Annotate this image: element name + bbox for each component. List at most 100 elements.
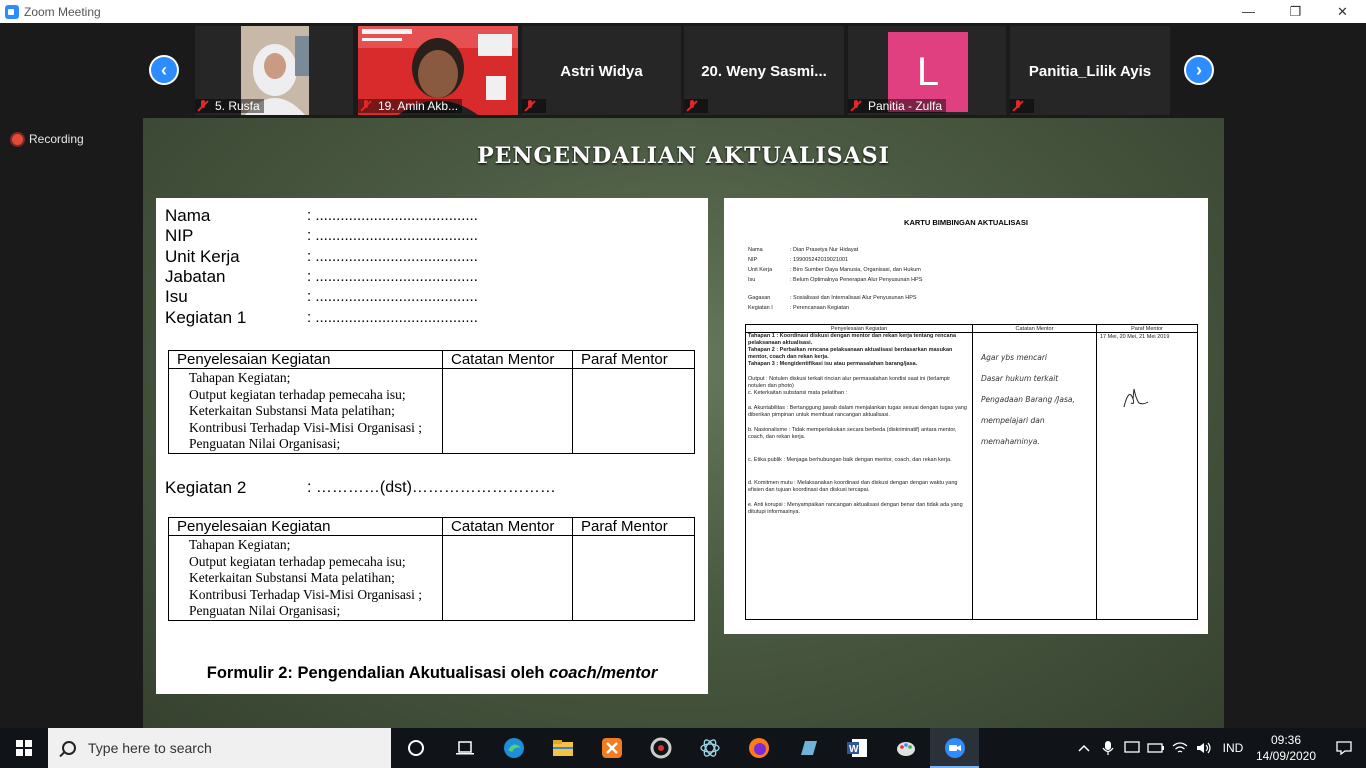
participant-tile[interactable]: 20. Weny Sasmi... bbox=[684, 26, 844, 115]
window-title: Zoom Meeting bbox=[24, 4, 101, 19]
paint-app[interactable] bbox=[881, 728, 930, 768]
wifi-icon bbox=[1172, 742, 1188, 753]
slide-title: PENGENDALIAN AKTUALISASI bbox=[477, 143, 890, 169]
body-line: Tahapan 3 : Mengidentifikasi isu atau pe… bbox=[748, 361, 918, 367]
info-key: Kegiatan I bbox=[748, 305, 773, 311]
participant-tile[interactable]: L Panitia - Zulfa bbox=[848, 26, 1006, 115]
kartu-body-cell: Tahapan 1 : Koordinasi diskusi dengan me… bbox=[745, 332, 973, 620]
next-page-button[interactable]: › bbox=[1184, 55, 1214, 85]
word-app[interactable]: W bbox=[832, 728, 881, 768]
list-item: Kontribusi Terhadap Visi-Misi Organisasi… bbox=[189, 586, 422, 602]
kartu-info-2: Gagasan: Sosialisasi dan Internalisasi A… bbox=[748, 293, 917, 313]
participant-tile[interactable]: Panitia_Lilik Ayis bbox=[1010, 26, 1170, 115]
participant-tile[interactable]: Astri Widya bbox=[522, 26, 681, 115]
minimize-button[interactable]: — bbox=[1225, 0, 1272, 23]
info-value: : Sosialisasi dan Internalisasi Alur Pen… bbox=[790, 295, 917, 301]
zoom-icon bbox=[5, 4, 19, 19]
participant-tile[interactable]: 5. Rusfa bbox=[195, 26, 353, 115]
media-icon bbox=[650, 737, 671, 759]
recording-label: Recording bbox=[29, 132, 84, 146]
field-dots: : ......................................… bbox=[307, 268, 478, 285]
list-item: Tahapan Kegiatan; bbox=[189, 370, 291, 385]
media-app[interactable] bbox=[636, 728, 685, 768]
generic-app[interactable] bbox=[783, 728, 832, 768]
volume-tray[interactable] bbox=[1192, 728, 1216, 768]
electron-icon bbox=[699, 739, 720, 757]
field-dots: : ......................................… bbox=[307, 309, 478, 326]
task-view-button[interactable] bbox=[440, 728, 489, 768]
info-value: : 199005242019021001 bbox=[790, 257, 849, 263]
recording-indicator: Recording bbox=[12, 132, 84, 146]
task-view-icon bbox=[455, 741, 474, 755]
participant-strip: ‹ 5. Rusfa 19. Amin Akb... Astri Widya 2… bbox=[0, 23, 1366, 118]
start-button[interactable] bbox=[0, 728, 48, 768]
table-header: Paraf Mentor bbox=[1096, 324, 1198, 333]
xampp-app[interactable] bbox=[587, 728, 636, 768]
search-icon bbox=[62, 741, 76, 755]
info-key: NIP bbox=[748, 257, 758, 263]
tray-expand-button[interactable] bbox=[1072, 728, 1096, 768]
cortana-button[interactable] bbox=[391, 728, 440, 768]
table-header: Catatan Mentor bbox=[442, 517, 573, 536]
clock-date: 14/09/2020 bbox=[1255, 749, 1317, 763]
system-tray: IND 09:36 14/09/2020 bbox=[1072, 728, 1366, 768]
field-label: Unit Kerja bbox=[165, 247, 240, 266]
prev-page-button[interactable]: ‹ bbox=[149, 55, 179, 85]
close-button[interactable]: ✕ bbox=[1319, 0, 1366, 23]
paraf-cell: 17 Mei, 20 Mei, 21 Mei 2019 bbox=[1096, 332, 1198, 620]
table-header: Catatan Mentor bbox=[972, 324, 1097, 333]
participant-name: 20. Weny Sasmi... bbox=[701, 63, 827, 80]
kartu-table: Penyelesaian Kegiatan Catatan Mentor Par… bbox=[745, 324, 1198, 620]
cortana-icon bbox=[407, 740, 424, 756]
microphone-tray[interactable] bbox=[1096, 728, 1120, 768]
taskbar-search-box[interactable]: Type here to search bbox=[48, 728, 391, 768]
zoom-app[interactable] bbox=[930, 728, 979, 768]
mentor-notes-cell: Agar ybs mencari Dasar hukum terkait Pen… bbox=[972, 332, 1097, 620]
body-line: e. Anti korupsi : Menyampaikan rancangan… bbox=[748, 502, 963, 515]
note-line: memahaminya. bbox=[981, 437, 1040, 446]
svg-text:W: W bbox=[849, 744, 859, 755]
list-item: Kontribusi Terhadap Visi-Misi Organisasi… bbox=[189, 419, 422, 435]
kegiatan-2-table: Penyelesaian Kegiatan Catatan Mentor Par… bbox=[168, 517, 695, 621]
language-indicator[interactable]: IND bbox=[1216, 728, 1250, 768]
notifications-button[interactable] bbox=[1322, 728, 1366, 768]
info-value: : Dian Prasetya Nur Hidayat bbox=[790, 247, 859, 253]
kegiatan-2-label: Kegiatan 2 bbox=[165, 478, 247, 497]
display-tray[interactable] bbox=[1120, 728, 1144, 768]
firefox-app[interactable] bbox=[734, 728, 783, 768]
field-dots: : ......................................… bbox=[307, 207, 478, 224]
list-item: Penguatan Nilai Organisasi; bbox=[189, 436, 341, 451]
battery-tray[interactable] bbox=[1144, 728, 1168, 768]
volume-icon bbox=[1197, 742, 1211, 754]
edge-app[interactable] bbox=[489, 728, 538, 768]
note-line: Dasar hukum terkait bbox=[981, 374, 1059, 383]
word-icon: W bbox=[846, 739, 867, 757]
field-dots: : ......................................… bbox=[307, 288, 478, 305]
field-dots: : ......................................… bbox=[307, 248, 478, 265]
field-label: NIP bbox=[165, 226, 194, 245]
list-item: Keterkaitan Substansi Mata pelatihan; bbox=[189, 403, 395, 418]
list-item: Output kegiatan terhadap pemecaha isu; bbox=[189, 386, 406, 402]
electron-app[interactable] bbox=[685, 728, 734, 768]
field-label: Jabatan bbox=[165, 267, 226, 286]
participant-tile[interactable]: 19. Amin Akb... bbox=[358, 26, 518, 115]
note-line: Pengadaan Barang /Jasa, bbox=[981, 395, 1075, 404]
file-explorer-app[interactable] bbox=[538, 728, 587, 768]
participant-name: 5. Rusfa bbox=[215, 99, 260, 113]
participant-name: 19. Amin Akb... bbox=[378, 99, 459, 113]
body-line: Output : Notulen diskusi terkait rincian… bbox=[748, 376, 951, 389]
network-tray[interactable] bbox=[1168, 728, 1192, 768]
form-caption: Formulir 2: Pengendalian Akutualisasi ol… bbox=[156, 664, 708, 683]
muted-mic-icon bbox=[360, 100, 372, 112]
maximize-button[interactable]: ❐ bbox=[1272, 0, 1319, 23]
zoom-meeting-window: Zoom Meeting — ❐ ✕ ‹ 5. Rusfa 19. Amin A… bbox=[0, 0, 1366, 768]
kegiatan-1-table: Penyelesaian Kegiatan Catatan Mentor Par… bbox=[168, 350, 695, 454]
kartu-info: Nama: Dian Prasetya Nur Hidayat NIP: 199… bbox=[748, 245, 922, 285]
body-line: Tahapan 1 : Koordinasi diskusi dengan me… bbox=[748, 333, 957, 346]
taskbar-clock[interactable]: 09:36 14/09/2020 bbox=[1250, 732, 1322, 764]
title-bar: Zoom Meeting — ❐ ✕ bbox=[0, 0, 1366, 23]
participant-name: Astri Widya bbox=[560, 63, 643, 80]
zoom-icon bbox=[944, 738, 965, 758]
windows-taskbar: Type here to search W IND 09:36 14/09/20… bbox=[0, 728, 1366, 768]
paint-icon bbox=[896, 742, 915, 756]
